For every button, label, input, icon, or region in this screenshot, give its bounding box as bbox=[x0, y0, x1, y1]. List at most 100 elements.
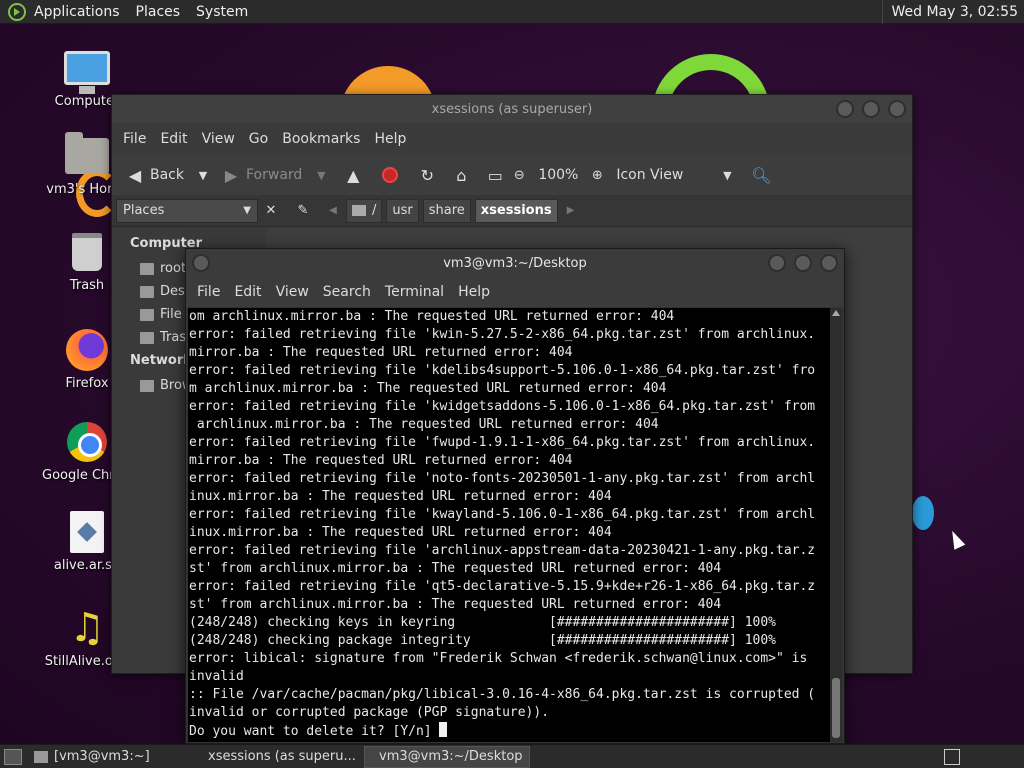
terminal-output[interactable]: om archlinux.mirror.ba : The requested U… bbox=[188, 308, 830, 742]
folder-icon bbox=[140, 262, 154, 275]
terminal-line: inux.mirror.ba : The requested URL retur… bbox=[189, 525, 612, 540]
terminal-line: error: failed retrieving file 'noto-font… bbox=[189, 471, 816, 486]
terminal-scrollbar[interactable] bbox=[830, 308, 842, 742]
forward-history-dropdown-icon[interactable]: ▼ bbox=[312, 166, 330, 184]
file-manager-titlebar[interactable]: xsessions (as superuser) bbox=[112, 95, 912, 123]
view-mode-select[interactable]: Icon View bbox=[612, 167, 712, 183]
wallpaper-blue-shape bbox=[912, 496, 934, 530]
system-menu[interactable]: System bbox=[188, 4, 256, 20]
menu-view[interactable]: View bbox=[195, 131, 242, 147]
chrome-icon bbox=[67, 422, 107, 462]
desktop-icon bbox=[140, 285, 154, 298]
taskbar-item-label: xsessions (as superu... bbox=[208, 749, 356, 764]
terminal-line: m archlinux.mirror.ba : The requested UR… bbox=[189, 381, 667, 396]
bottom-panel: [vm3@vm3:~] xsessions (as superu... vm3@… bbox=[0, 744, 1024, 768]
zoom-in-icon[interactable]: ⊕ bbox=[588, 166, 606, 184]
computer-icon[interactable]: ▭ bbox=[486, 166, 504, 185]
menu-help[interactable]: Help bbox=[451, 284, 497, 300]
edit-location-icon[interactable]: ✎ bbox=[294, 202, 312, 220]
forward-label: Forward bbox=[246, 167, 303, 183]
menu-file[interactable]: File bbox=[116, 131, 153, 147]
panel-clock[interactable]: Wed May 3, 02:55 bbox=[882, 0, 1024, 24]
workspace-switcher-icon[interactable] bbox=[944, 749, 960, 765]
path-segment-usr[interactable]: usr bbox=[386, 198, 419, 223]
forward-button[interactable]: ▶ Forward bbox=[218, 165, 306, 185]
minimize-button[interactable] bbox=[836, 100, 854, 118]
trash-icon bbox=[140, 331, 154, 344]
terminal-line: om archlinux.mirror.ba : The requested U… bbox=[189, 309, 675, 324]
arrow-right-icon: ▶ bbox=[224, 165, 238, 185]
close-button[interactable] bbox=[820, 254, 838, 272]
maximize-button[interactable] bbox=[794, 254, 812, 272]
trash-icon bbox=[72, 233, 102, 271]
terminal-cursor bbox=[439, 722, 448, 737]
menu-help[interactable]: Help bbox=[367, 131, 413, 147]
up-arrow-icon[interactable]: ▲ bbox=[344, 166, 362, 185]
home-folder-icon bbox=[65, 132, 109, 174]
close-sidebar-icon[interactable]: ✕ bbox=[262, 202, 280, 220]
terminal-line: mirror.ba : The requested URL returned e… bbox=[189, 453, 573, 468]
zoom-level: 100% bbox=[538, 167, 579, 183]
file-manager-menubar: File Edit View Go Bookmarks Help bbox=[112, 123, 912, 155]
sidebar-item-label: root bbox=[160, 261, 187, 276]
chevron-down-icon: ▼ bbox=[243, 205, 251, 216]
view-mode-dropdown-icon[interactable]: ▼ bbox=[718, 166, 736, 184]
reload-icon[interactable]: ↻ bbox=[418, 166, 436, 185]
menu-terminal[interactable]: Terminal bbox=[378, 284, 451, 300]
terminal-line: Do you want to delete it? [Y/n] bbox=[189, 722, 830, 740]
menu-search[interactable]: Search bbox=[316, 284, 378, 300]
terminal-line: error: failed retrieving file 'qt5-decla… bbox=[189, 579, 816, 594]
places-menu[interactable]: Places bbox=[128, 4, 189, 20]
terminal-line: st' from archlinux.mirror.ba : The reque… bbox=[189, 597, 722, 612]
menu-edit[interactable]: Edit bbox=[153, 131, 194, 147]
scrollbar-thumb[interactable] bbox=[832, 678, 840, 738]
taskbar-item-label: vm3@vm3:~/Desktop bbox=[379, 749, 523, 764]
path-right-arrow-icon[interactable]: ▶ bbox=[562, 202, 580, 220]
menu-bookmarks[interactable]: Bookmarks bbox=[275, 131, 367, 147]
menu-edit[interactable]: Edit bbox=[227, 284, 268, 300]
distro-logo-icon[interactable] bbox=[8, 2, 26, 21]
terminal-line: st' from archlinux.mirror.ba : The reque… bbox=[189, 561, 722, 576]
terminal-line: error: failed retrieving file 'kwayland-… bbox=[189, 507, 816, 522]
window-controls bbox=[768, 254, 838, 272]
menu-file[interactable]: File bbox=[190, 284, 227, 300]
music-file-icon: ♫ bbox=[69, 605, 105, 651]
zoom-out-icon[interactable]: ⊖ bbox=[510, 166, 528, 184]
terminal-line: error: libical: signature from "Frederik… bbox=[189, 651, 808, 666]
path-left-arrow-icon[interactable]: ◀ bbox=[324, 202, 342, 220]
terminal-titlebar[interactable]: vm3@vm3:~/Desktop bbox=[186, 249, 844, 277]
terminal-line: error: failed retrieving file 'kwin-5.27… bbox=[189, 327, 816, 342]
terminal-line: archlinux.mirror.ba : The requested URL … bbox=[189, 417, 659, 432]
path-segment-root: / bbox=[372, 203, 377, 218]
maximize-button[interactable] bbox=[862, 100, 880, 118]
network-icon bbox=[140, 379, 154, 392]
path-segment-share[interactable]: share bbox=[422, 198, 471, 223]
terminal-line: invalid bbox=[189, 669, 244, 684]
home-icon[interactable]: ⌂ bbox=[452, 166, 470, 185]
stop-icon[interactable] bbox=[382, 167, 399, 183]
show-desktop-icon[interactable] bbox=[4, 748, 22, 765]
taskbar-item-label: [vm3@vm3:~] bbox=[54, 749, 150, 764]
minimize-button[interactable] bbox=[768, 254, 786, 272]
computer-icon bbox=[64, 51, 110, 94]
taskbar-item-terminal-home[interactable]: [vm3@vm3:~] bbox=[26, 746, 190, 768]
back-button[interactable]: ◀ Back bbox=[122, 166, 188, 185]
path-root-button[interactable]: / bbox=[346, 198, 383, 223]
places-selector[interactable]: Places ▼ bbox=[116, 198, 258, 223]
menu-view[interactable]: View bbox=[269, 284, 316, 300]
taskbar-item-terminal-desktop[interactable]: vm3@vm3:~/Desktop bbox=[364, 745, 530, 768]
taskbar-item-xsessions[interactable]: xsessions (as superu... bbox=[194, 746, 360, 768]
applications-menu[interactable]: Applications bbox=[26, 4, 128, 20]
terminal-line: (248/248) checking package integrity [##… bbox=[189, 633, 776, 648]
menu-go[interactable]: Go bbox=[242, 131, 275, 147]
window-menu-button[interactable] bbox=[192, 254, 210, 272]
terminal-line: error: failed retrieving file 'fwupd-1.9… bbox=[189, 435, 816, 450]
terminal-window: vm3@vm3:~/Desktop File Edit View Search … bbox=[185, 248, 845, 744]
scroll-up-icon[interactable] bbox=[832, 310, 840, 316]
file-manager-toolbar: ◀ Back ▼ ▶ Forward ▼ ▲ ↻ ⌂ ▭ ⊖ 100% ⊕ Ic… bbox=[112, 155, 912, 195]
search-icon[interactable]: 🔍︎ bbox=[751, 166, 771, 185]
location-bar: Places ▼ ✕ ✎ ◀ / usr share xsessions ▶ bbox=[112, 195, 912, 227]
path-segment-xsessions[interactable]: xsessions bbox=[474, 198, 558, 223]
back-history-dropdown-icon[interactable]: ▼ bbox=[194, 166, 212, 184]
close-button[interactable] bbox=[888, 100, 906, 118]
